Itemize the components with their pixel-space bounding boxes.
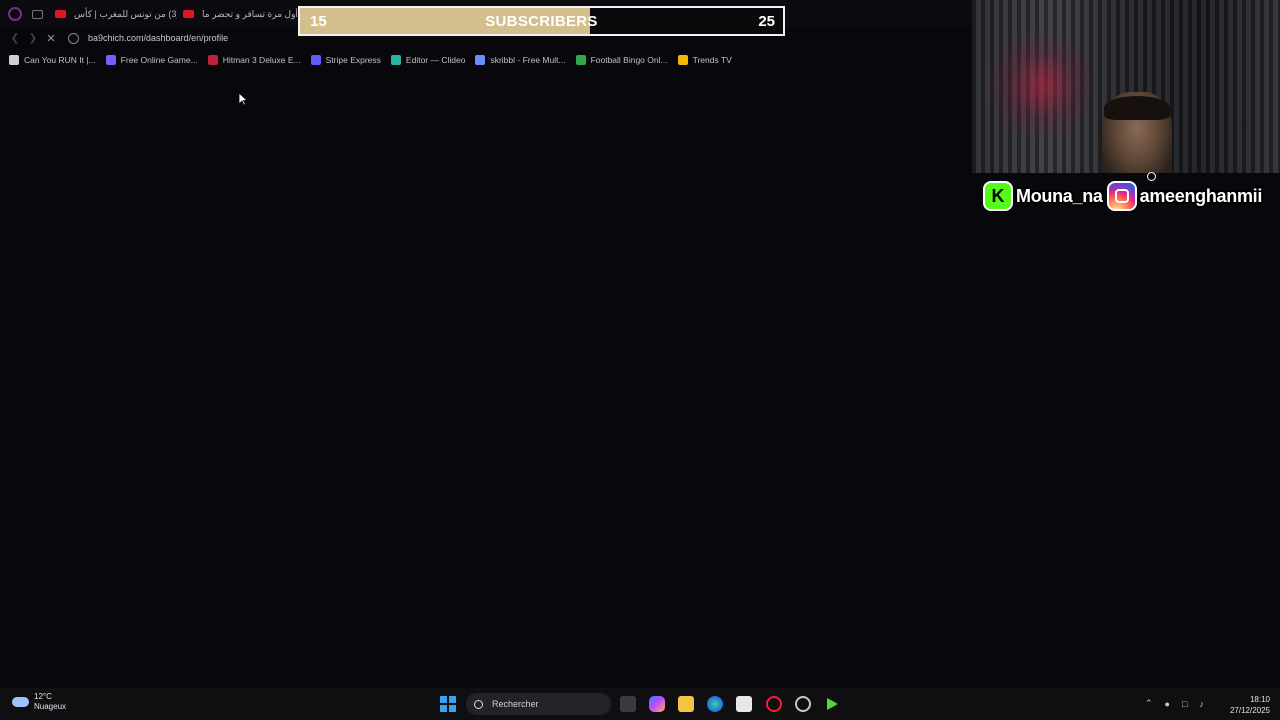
clock-time: 18:10 <box>1249 695 1270 704</box>
task-view-icon[interactable] <box>620 696 636 712</box>
bookmark-favicon-icon <box>575 55 586 65</box>
webcam-feed <box>972 0 1280 173</box>
bookmark-favicon-icon <box>105 55 116 65</box>
obs-play-icon[interactable] <box>824 696 840 712</box>
bookmark-label: Football Bingo Onl... <box>590 55 668 65</box>
tab-youtube-1[interactable]: (3) من تونس للمغرب | كأس <box>49 0 177 28</box>
windows-start-icon[interactable] <box>440 696 456 712</box>
subscriber-goal-bar: 15 SUBSCRIBERS 25 <box>298 6 785 36</box>
webcam-lights <box>982 25 1092 145</box>
opera-gx-icon[interactable] <box>766 696 782 712</box>
tab-label: (3) من تونس للمغرب | كأس <box>74 8 177 19</box>
search-icon <box>474 699 483 709</box>
url-field[interactable]: ba9chich.com/dashboard/en/profile <box>88 33 228 43</box>
network-icon[interactable]: □ <box>1182 699 1187 709</box>
bookmark-favicon-icon <box>207 55 218 65</box>
bookmark-label: skribbl - Free Mult... <box>490 55 566 65</box>
instagram-icon <box>1106 181 1137 211</box>
clock-date: 27/12/2025 <box>1229 706 1270 715</box>
weather-temp: 12°C <box>34 692 52 701</box>
opera-menu-icon[interactable] <box>8 7 22 21</box>
bookmark-item[interactable]: Trends TV <box>677 55 732 65</box>
taskbar-search[interactable]: Rechercher <box>466 693 611 715</box>
back-icon[interactable]: ❮ <box>10 33 20 44</box>
camera-dot-icon <box>1147 172 1156 181</box>
bookmark-favicon-icon <box>475 55 486 65</box>
stop-loading-icon[interactable]: ✕ <box>46 32 56 45</box>
bookmark-favicon-icon <box>9 55 19 65</box>
bookmark-item[interactable]: Hitman 3 Deluxe E... <box>207 55 301 65</box>
store-icon[interactable] <box>736 696 752 712</box>
bookmark-item[interactable]: skribbl - Free Mult... <box>475 55 566 65</box>
weather-widget[interactable]: 12°C Nuageux <box>12 692 66 712</box>
bookmark-favicon-icon <box>390 55 401 65</box>
bookmark-label: Free Online Game... <box>120 55 198 65</box>
youtube-icon <box>183 10 194 18</box>
microphone-icon[interactable]: ● <box>1165 699 1170 709</box>
bookmark-label: Stripe Express <box>325 55 381 65</box>
tab-youtube-2[interactable]: (3) أول مرة تسافر و تحضر ما <box>177 0 305 28</box>
tab-label: (3) أول مرة تسافر و تحضر ما <box>202 8 305 19</box>
bookmark-favicon-icon <box>310 55 321 65</box>
bookmark-item[interactable]: Free Online Game... <box>105 55 198 65</box>
copilot-icon[interactable] <box>649 696 665 712</box>
kick-handle: Mouna_na <box>1016 185 1103 206</box>
bookmarks-bar: Can You RUN It |... Free Online Game... Hi… <box>0 52 972 68</box>
system-tray: ⌃ ● □ ♪ <box>1145 698 1216 709</box>
bookmark-item[interactable]: Stripe Express <box>310 55 381 65</box>
edge-icon[interactable] <box>707 696 723 712</box>
settings-icon[interactable] <box>795 696 811 712</box>
volume-icon[interactable]: ♪ <box>1199 699 1204 709</box>
file-explorer-icon[interactable] <box>678 696 694 712</box>
social-handles: K Mouna_na ameenghanmii <box>983 172 1279 214</box>
site-info-icon[interactable] <box>68 32 79 44</box>
bookmark-label: Can You RUN It |... <box>24 55 96 65</box>
forward-icon[interactable]: ❯ <box>28 33 38 44</box>
tab-overview-icon[interactable] <box>32 9 43 19</box>
tray-chevron-icon[interactable]: ⌃ <box>1145 698 1153 709</box>
kick-letter: K <box>991 185 1005 206</box>
mouse-cursor-icon <box>238 92 248 106</box>
bookmark-item[interactable]: Editor — Clideo <box>390 55 466 65</box>
bookmark-label: Trends TV <box>692 55 732 65</box>
subscriber-goal: 25 <box>758 13 775 30</box>
kick-icon: K <box>983 181 1013 211</box>
bookmark-item[interactable]: Football Bingo Onl... <box>575 55 668 65</box>
taskbar: 12°C Nuageux Rechercher ⌃ ● □ ♪ 18:10 27… <box>0 688 1280 720</box>
bookmark-item[interactable]: Can You RUN It |... <box>9 55 96 65</box>
bookmark-label: Editor — Clideo <box>405 55 466 65</box>
streamer-hair <box>1104 96 1170 120</box>
search-placeholder: Rechercher <box>492 699 539 709</box>
subscriber-label: SUBSCRIBERS <box>485 13 598 30</box>
system-clock[interactable]: 18:10 27/12/2025 <box>1230 694 1270 716</box>
weather-condition: Nuageux <box>34 702 67 711</box>
bookmark-favicon-icon <box>677 55 688 65</box>
cloud-icon <box>12 697 29 707</box>
instagram-handle: ameenghanmii <box>1139 185 1263 206</box>
youtube-icon <box>55 10 66 18</box>
screen: (3) من تونس للمغرب | كأس (3) أول مرة تسا… <box>0 0 1280 720</box>
bookmark-label: Hitman 3 Deluxe E... <box>222 55 301 65</box>
